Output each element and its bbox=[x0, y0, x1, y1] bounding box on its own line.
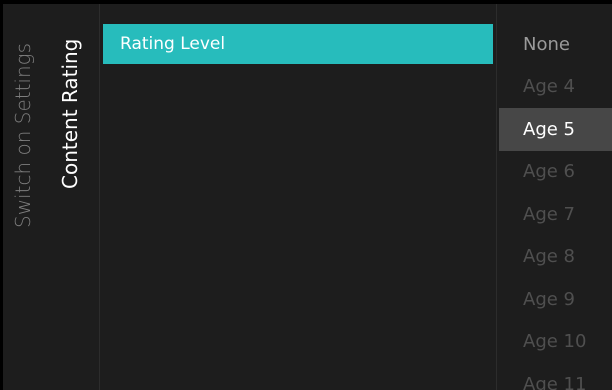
breadcrumb-content-rating: Content Rating bbox=[58, 38, 82, 189]
option-none[interactable]: None bbox=[499, 23, 612, 66]
column-divider bbox=[99, 4, 100, 390]
menu-item-rating-level[interactable]: Rating Level bbox=[103, 24, 493, 64]
option-label: Age 5 bbox=[523, 118, 575, 140]
breadcrumb: Switch on Settings Content Rating bbox=[3, 4, 99, 390]
tv-settings-screen: Switch on Settings Content Rating Rating… bbox=[3, 4, 612, 390]
option-label: Age 7 bbox=[523, 203, 575, 225]
option-age-7[interactable]: Age 7 bbox=[499, 193, 612, 236]
settings-menu: Rating Level bbox=[103, 24, 493, 64]
option-age-4[interactable]: Age 4 bbox=[499, 66, 612, 109]
column-divider bbox=[496, 4, 497, 390]
option-label: None bbox=[523, 33, 570, 55]
option-age-5[interactable]: Age 5 bbox=[499, 108, 612, 151]
option-age-6[interactable]: Age 6 bbox=[499, 151, 612, 194]
option-label: Age 6 bbox=[523, 161, 575, 183]
option-age-11[interactable]: Age 11 bbox=[499, 363, 612, 390]
option-label: Age 10 bbox=[523, 331, 587, 353]
menu-item-label: Rating Level bbox=[120, 34, 226, 54]
option-age-9[interactable]: Age 9 bbox=[499, 278, 612, 321]
breadcrumb-switch-on-settings[interactable]: Switch on Settings bbox=[10, 43, 36, 228]
option-age-10[interactable]: Age 10 bbox=[499, 321, 612, 364]
option-label: Age 9 bbox=[523, 288, 575, 310]
rating-options-list: None Age 4 Age 5 Age 6 Age 7 Age 8 Age 9… bbox=[499, 23, 612, 390]
option-label: Age 4 bbox=[523, 76, 575, 98]
option-label: Age 8 bbox=[523, 246, 575, 268]
option-label: Age 11 bbox=[523, 373, 587, 390]
option-age-8[interactable]: Age 8 bbox=[499, 236, 612, 279]
